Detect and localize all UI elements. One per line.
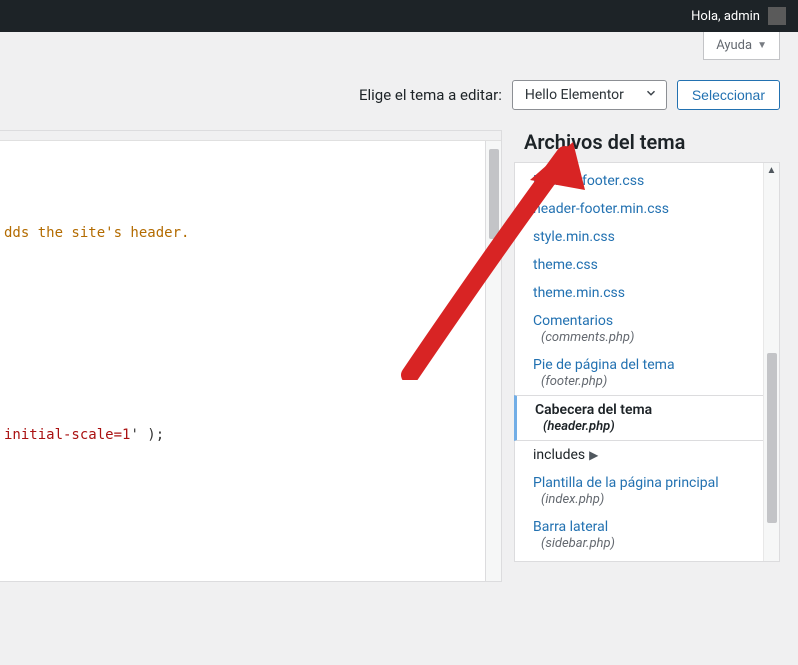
file-title: theme.min.css bbox=[533, 285, 625, 301]
screen-meta: Ayuda ▼ bbox=[0, 32, 798, 60]
file-list-scrollbar[interactable]: ▲ bbox=[763, 163, 779, 561]
theme-dropdown[interactable]: Hello Elementor bbox=[512, 80, 667, 110]
file-item-active[interactable]: Cabecera del tema (header.php) bbox=[514, 395, 780, 441]
file-item[interactable]: Plantilla de la página principal (index.… bbox=[515, 469, 779, 513]
file-title: style.min.css bbox=[533, 229, 615, 245]
file-title: header-footer.min.css bbox=[533, 201, 669, 217]
code-line-comment: dds the site's header. bbox=[4, 225, 501, 241]
file-scroll-area[interactable]: Header-footer.css header-footer.min.css … bbox=[515, 163, 779, 561]
scroll-up-icon[interactable]: ▲ bbox=[767, 165, 777, 176]
file-section-includes[interactable]: includes ▶ bbox=[515, 441, 779, 469]
file-item[interactable]: Barra lateral (sidebar.php) bbox=[515, 513, 779, 557]
editor-column: dds the site's header. initial-scale=1' … bbox=[0, 130, 502, 582]
sidebar-heading: Archivos del tema bbox=[514, 130, 780, 154]
editor-scrollbar-thumb[interactable] bbox=[489, 149, 499, 239]
theme-selector-row: Elige el tema a editar: Hello Elementor … bbox=[0, 80, 780, 110]
admin-bar: Hola, admin bbox=[0, 0, 798, 32]
admin-greeting[interactable]: Hola, admin bbox=[691, 7, 786, 25]
editor-body[interactable]: dds the site's header. initial-scale=1' … bbox=[0, 141, 501, 581]
file-title: Comentarios bbox=[533, 313, 613, 329]
file-sub: (sidebar.php) bbox=[533, 536, 765, 551]
file-sub: (header.php) bbox=[535, 419, 765, 434]
select-button[interactable]: Seleccionar bbox=[677, 80, 780, 110]
caret-right-icon: ▶ bbox=[589, 448, 598, 462]
help-label: Ayuda bbox=[716, 38, 752, 53]
file-item[interactable]: theme.min.css bbox=[515, 279, 779, 307]
code-line-string: initial-scale=1' ); bbox=[4, 427, 501, 443]
main-area: dds the site's header. initial-scale=1' … bbox=[0, 130, 780, 582]
code-editor[interactable]: dds the site's header. initial-scale=1' … bbox=[0, 130, 502, 582]
chevron-down-icon bbox=[644, 86, 658, 104]
greeting-text: Hola, admin bbox=[691, 9, 760, 24]
file-list-scrollbar-thumb[interactable] bbox=[767, 353, 777, 523]
file-title: Pie de página del tema bbox=[533, 357, 675, 373]
file-title: Cabecera del tema bbox=[535, 402, 652, 418]
file-item[interactable]: style.min.css bbox=[515, 223, 779, 251]
file-item[interactable]: Pie de página del tema (footer.php) bbox=[515, 351, 779, 395]
file-title: Barra lateral bbox=[533, 519, 608, 535]
file-title: theme.css bbox=[533, 257, 598, 273]
content-wrap: Elige el tema a editar: Hello Elementor … bbox=[0, 60, 798, 582]
file-sub: (index.php) bbox=[533, 492, 765, 507]
file-list: Header-footer.css header-footer.min.css … bbox=[514, 162, 780, 562]
theme-files-sidebar: Archivos del tema Header-footer.css head… bbox=[514, 130, 780, 562]
avatar-icon bbox=[768, 7, 786, 25]
file-item[interactable]: Comentarios (comments.php) bbox=[515, 307, 779, 351]
file-item[interactable]: Header-footer.css bbox=[515, 167, 779, 195]
editor-tab-bar bbox=[0, 131, 501, 141]
file-sub: (footer.php) bbox=[533, 374, 765, 389]
help-tab[interactable]: Ayuda ▼ bbox=[703, 32, 780, 60]
file-title: Header-footer.css bbox=[533, 173, 644, 189]
file-item[interactable]: header-footer.min.css bbox=[515, 195, 779, 223]
file-item[interactable]: theme.css bbox=[515, 251, 779, 279]
file-title: includes bbox=[533, 447, 585, 463]
theme-selector-label: Elige el tema a editar: bbox=[359, 86, 502, 104]
theme-dropdown-value: Hello Elementor bbox=[525, 87, 624, 103]
file-title: Plantilla de la página principal bbox=[533, 475, 719, 491]
editor-scrollbar[interactable] bbox=[485, 141, 501, 581]
file-sub: (comments.php) bbox=[533, 330, 765, 345]
caret-down-icon: ▼ bbox=[757, 40, 767, 51]
